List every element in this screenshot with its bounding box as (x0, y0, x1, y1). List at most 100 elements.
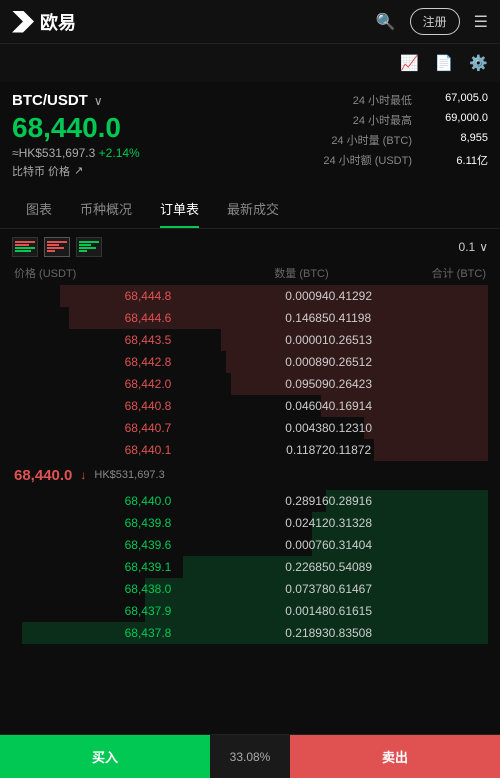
header-actions: 🔍 注册 ☰ (376, 8, 488, 35)
orderbook: 0.1 ∨ 价格 (USDT) 数量 (BTC) 合计 (BTC) 68,444… (0, 229, 500, 652)
ob-view-buy[interactable] (76, 237, 102, 257)
bid-qty: 0.28916 (171, 494, 328, 508)
ask-row[interactable]: 68,440.1 0.11872 0.11872 (12, 439, 488, 461)
bid-price: 68,439.6 (14, 538, 171, 552)
bid-total: 0.28916 (329, 494, 486, 508)
ask-rows: 68,444.8 0.00094 0.41292 68,444.6 0.1468… (12, 285, 488, 461)
col-qty-header: 数量 (BTC) (171, 265, 328, 281)
logo: 欧易 (12, 9, 76, 35)
chart-line-icon[interactable]: 📈 (400, 54, 419, 72)
menu-button[interactable]: ☰ (474, 12, 488, 32)
ask-total: 0.11872 (329, 443, 486, 457)
price-change: +2.14% (99, 146, 140, 160)
ask-qty: 0.00438 (171, 421, 328, 435)
tab-trades[interactable]: 最新成交 (213, 189, 293, 228)
ob-precision[interactable]: 0.1 ∨ (459, 240, 488, 254)
col-price-header: 价格 (USDT) (14, 265, 171, 281)
ask-qty: 0.00089 (171, 355, 328, 369)
stat-row: 24 小时最低67,005.0 (353, 92, 488, 108)
ask-total: 0.12310 (329, 421, 486, 435)
bid-price: 68,439.8 (14, 516, 171, 530)
bid-row[interactable]: 68,437.9 0.00148 0.61615 (12, 600, 488, 622)
ask-price: 68,440.8 (14, 399, 171, 413)
ask-qty: 0.00001 (171, 333, 328, 347)
ask-total: 0.41198 (329, 311, 486, 325)
ask-total: 0.26512 (329, 355, 486, 369)
ask-total: 0.26423 (329, 377, 486, 391)
bid-row[interactable]: 68,438.0 0.07378 0.61467 (12, 578, 488, 600)
ask-price: 68,440.7 (14, 421, 171, 435)
ask-row[interactable]: 68,442.0 0.09509 0.26423 (12, 373, 488, 395)
logo-icon (12, 11, 34, 33)
stat-value: 69,000.0 (428, 112, 488, 128)
stat-value: 8,955 (428, 132, 488, 148)
stat-label: 24 小时最低 (353, 92, 412, 108)
settings-icon[interactable]: ⚙️ (469, 54, 488, 72)
bid-price: 68,439.1 (14, 560, 171, 574)
ob-view-buttons (12, 237, 102, 257)
pair-dropdown-icon[interactable]: ∨ (94, 94, 103, 108)
bid-price: 68,437.8 (14, 626, 171, 640)
register-button[interactable]: 注册 (410, 8, 460, 35)
ask-row[interactable]: 68,444.8 0.00094 0.41292 (12, 285, 488, 307)
ask-row[interactable]: 68,440.7 0.00438 0.12310 (12, 417, 488, 439)
search-button[interactable]: 🔍 (376, 12, 396, 32)
bid-total: 0.61467 (329, 582, 486, 596)
bid-qty: 0.22685 (171, 560, 328, 574)
stat-row: 24 小时最高 69,000.0 (353, 112, 488, 128)
btc-label: 比特币 价格 ↗ (12, 163, 140, 179)
ask-price: 68,442.0 (14, 377, 171, 391)
main-price: 68,440.0 (12, 113, 140, 144)
buy-button[interactable]: 买入 (0, 735, 210, 778)
stat-label: 24 小时最高 (353, 112, 412, 128)
price-stats: 24 小时最低67,005.0 24 小时最高 69,000.0 24 小时量 (BT… (323, 92, 488, 168)
ask-price: 68,444.6 (14, 311, 171, 325)
bid-total: 0.54089 (329, 560, 486, 574)
bid-price: 68,438.0 (14, 582, 171, 596)
bid-row[interactable]: 68,439.8 0.02412 0.31328 (12, 512, 488, 534)
tab-overview[interactable]: 币种概况 (66, 189, 146, 228)
bottom-bar: 买入 33.08% 卖出 (0, 734, 500, 778)
bid-qty: 0.00076 (171, 538, 328, 552)
ask-qty: 0.09509 (171, 377, 328, 391)
buy-pct: 33.08% (210, 735, 290, 778)
mid-price: 68,440.0 (14, 467, 72, 484)
bid-total: 0.61615 (329, 604, 486, 618)
mid-price-hk: HK$531,697.3 (94, 469, 164, 481)
bid-row[interactable]: 68,439.1 0.22685 0.54089 (12, 556, 488, 578)
bid-total: 0.31328 (329, 516, 486, 530)
bid-qty: 0.02412 (171, 516, 328, 530)
ask-row[interactable]: 68,444.6 0.14685 0.41198 (12, 307, 488, 329)
sell-button[interactable]: 卖出 (290, 735, 500, 778)
bid-row[interactable]: 68,437.8 0.21893 0.83508 (12, 622, 488, 644)
document-icon[interactable]: 📄 (435, 54, 454, 72)
mid-price-arrow-icon: ↓ (80, 468, 86, 482)
ask-total: 0.16914 (329, 399, 486, 413)
ob-view-sell[interactable] (44, 237, 70, 257)
ob-view-both[interactable] (12, 237, 38, 257)
ask-qty: 0.04604 (171, 399, 328, 413)
ask-price: 68,443.5 (14, 333, 171, 347)
external-link-icon: ↗ (74, 164, 83, 177)
pair-name: BTC/USDT (12, 92, 88, 109)
logo-text: 欧易 (40, 9, 76, 35)
ask-price: 68,442.8 (14, 355, 171, 369)
bid-total: 0.31404 (329, 538, 486, 552)
ask-row[interactable]: 68,442.8 0.00089 0.26512 (12, 351, 488, 373)
ask-total: 0.26513 (329, 333, 486, 347)
ob-controls: 0.1 ∨ (12, 237, 488, 257)
pair-row: BTC/USDT ∨ (12, 92, 140, 109)
ask-row[interactable]: 68,440.8 0.04604 0.16914 (12, 395, 488, 417)
bid-qty: 0.07378 (171, 582, 328, 596)
stat-label: 24 小时额 (USDT) (323, 152, 412, 168)
tab-chart[interactable]: 图表 (12, 189, 66, 228)
bid-total: 0.83508 (329, 626, 486, 640)
stat-label: 24 小时量 (BTC) (331, 132, 412, 148)
ask-row[interactable]: 68,443.5 0.00001 0.26513 (12, 329, 488, 351)
bid-row[interactable]: 68,440.0 0.28916 0.28916 (12, 490, 488, 512)
bid-qty: 0.21893 (171, 626, 328, 640)
price-section: BTC/USDT ∨ 68,440.0 ≈HK$531,697.3 +2.14%… (0, 82, 500, 189)
ob-header: 价格 (USDT) 数量 (BTC) 合计 (BTC) (12, 265, 488, 281)
bid-row[interactable]: 68,439.6 0.00076 0.31404 (12, 534, 488, 556)
tab-orderbook[interactable]: 订单表 (146, 189, 213, 228)
